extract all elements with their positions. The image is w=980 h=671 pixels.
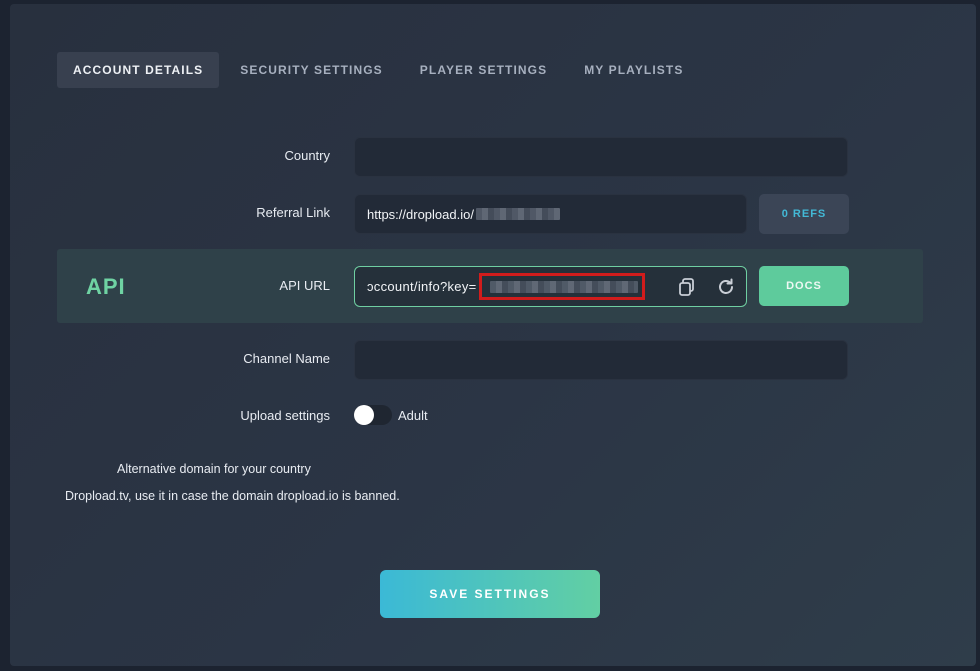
tab-my-playlists[interactable]: MY PLAYLISTS <box>568 52 699 88</box>
alt-domain-heading: Alternative domain for your country <box>117 462 311 476</box>
tab-security-settings[interactable]: SECURITY SETTINGS <box>224 52 399 88</box>
docs-button[interactable]: DOCS <box>759 266 849 306</box>
channel-name-label: Channel Name <box>243 351 330 366</box>
redacted-referral-code <box>475 208 560 220</box>
tab-account-details[interactable]: ACCOUNT DETAILS <box>57 52 220 88</box>
redacted-api-key <box>489 281 638 293</box>
settings-panel: ACCOUNT DETAILS SECURITY SETTINGS PLAYER… <box>10 4 976 666</box>
referral-link-label: Referral Link <box>256 205 330 220</box>
channel-name-input[interactable] <box>354 340 848 380</box>
api-url-value: ɔccount/info?key= <box>367 267 645 306</box>
api-url-text: ɔccount/info?key= <box>367 279 477 294</box>
refs-button[interactable]: 0 REFS <box>759 194 849 234</box>
country-input[interactable] <box>354 137 848 177</box>
referral-link-text: https://dropload.io/ <box>367 206 474 222</box>
upload-settings-label: Upload settings <box>240 408 330 423</box>
toggle-knob <box>354 405 374 425</box>
settings-tabs: ACCOUNT DETAILS SECURITY SETTINGS PLAYER… <box>57 52 704 88</box>
tab-player-settings[interactable]: PLAYER SETTINGS <box>404 52 563 88</box>
alt-domain-note: Dropload.tv, use it in case the domain d… <box>65 489 400 503</box>
referral-link-field[interactable]: https://dropload.io/ <box>354 194 747 234</box>
api-url-field[interactable]: ɔccount/info?key= <box>354 266 747 307</box>
api-url-label: API URL <box>279 278 330 293</box>
referral-link-value: https://dropload.io/ <box>367 195 560 233</box>
copy-icon[interactable] <box>676 276 698 298</box>
api-key-highlight <box>478 273 645 300</box>
save-settings-button[interactable]: SAVE SETTINGS <box>380 570 600 618</box>
refresh-icon[interactable] <box>715 276 737 298</box>
adult-toggle[interactable] <box>354 405 392 425</box>
adult-toggle-label: Adult <box>398 408 428 423</box>
country-label: Country <box>284 148 330 163</box>
